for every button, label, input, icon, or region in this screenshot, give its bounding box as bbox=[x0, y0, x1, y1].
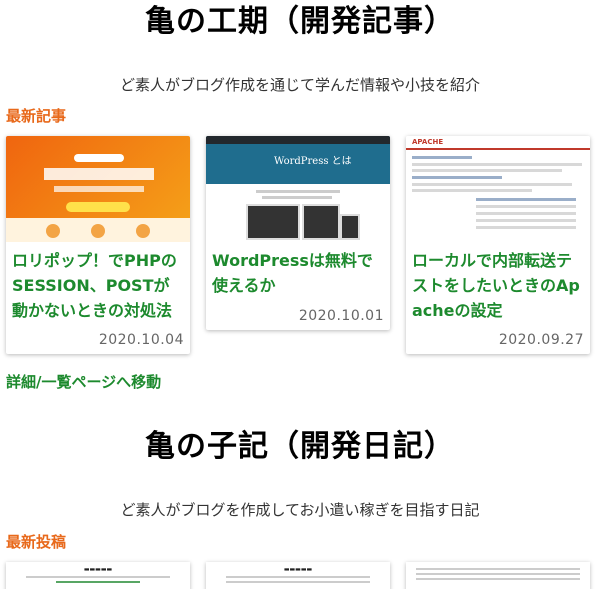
dev-diary-description: ど素人がブログを作成してお小遣い稼ぎを目指す日記 bbox=[120, 501, 480, 519]
lolipop-thumbnail[interactable] bbox=[6, 136, 190, 242]
thumb-headline bbox=[44, 168, 154, 180]
apache-thumbnail[interactable]: APACHE bbox=[406, 136, 590, 242]
mini-line bbox=[416, 573, 580, 575]
post-date: 2020.10.04 bbox=[98, 332, 184, 348]
more-articles-link[interactable]: 詳細/一覧ページへ移動 bbox=[0, 371, 161, 392]
mini-thumb-text: ▬▬▬▬▬ bbox=[283, 566, 313, 573]
thumb-row bbox=[412, 169, 562, 172]
diary-card-2[interactable]: ▬▬▬▬▬ bbox=[206, 562, 390, 589]
thumb-row bbox=[476, 219, 576, 222]
mini-thumb-text: ▬▬▬▬▬ bbox=[83, 566, 113, 573]
post-card-2[interactable]: WordPress とは WordPressは無料で使えるか 2020.10.0… bbox=[206, 136, 390, 330]
diary-card-1[interactable]: ▬▬▬▬▬ bbox=[6, 562, 190, 589]
page: 亀の工期（開発記事） ど素人がブログ作成を通じて学んだ情報や小技を紹介 最新記事… bbox=[0, 0, 600, 589]
thumb-row bbox=[412, 176, 502, 179]
post-title[interactable]: ローカルで内部転送テストをしたいときのApacheの設定 bbox=[406, 242, 590, 323]
mini-line bbox=[226, 576, 370, 578]
dev-articles-description: ど素人がブログ作成を通じて学んだ情報や小技を紹介 bbox=[119, 76, 480, 94]
mini-line bbox=[416, 568, 580, 570]
latest-posts-label: 最新投稿 bbox=[6, 533, 67, 551]
apache-logo-text: APACHE bbox=[412, 138, 444, 146]
thumb-row bbox=[476, 205, 576, 208]
thumb-screen bbox=[302, 204, 340, 240]
thumb-button bbox=[66, 202, 130, 212]
dev-diary-title: 亀の子記（開発日記） bbox=[145, 429, 455, 464]
thumb-subline bbox=[54, 186, 144, 192]
post-card-3[interactable]: APACHE ローカルで内部転送テストをしたいときのApacheの設定 2020… bbox=[406, 136, 590, 354]
thumb-dot bbox=[91, 224, 105, 238]
thumb-screen bbox=[340, 214, 360, 240]
thumb-banner bbox=[74, 154, 124, 162]
latest-articles-label: 最新記事 bbox=[6, 107, 67, 125]
thumb-row bbox=[476, 198, 576, 201]
thumb-row bbox=[412, 189, 532, 192]
wordpress-logo-text: WordPress とは bbox=[274, 156, 352, 167]
wordpress-thumbnail[interactable]: WordPress とは bbox=[206, 136, 390, 242]
dev-articles-title: 亀の工期（開発記事） bbox=[145, 4, 455, 39]
thumb-row bbox=[476, 226, 576, 229]
thumb-screen bbox=[246, 204, 300, 240]
thumb-adminbar bbox=[206, 136, 390, 144]
post-title[interactable]: WordPressは無料で使えるか bbox=[206, 242, 390, 298]
diary-card-3[interactable] bbox=[406, 562, 590, 589]
post-date: 2020.10.01 bbox=[298, 308, 384, 324]
thumb-dot bbox=[136, 224, 150, 238]
mini-line bbox=[56, 581, 140, 583]
mini-line bbox=[226, 581, 370, 583]
mini-line bbox=[416, 578, 580, 580]
thumb-row bbox=[412, 156, 472, 159]
post-date: 2020.09.27 bbox=[498, 332, 584, 348]
post-card-1[interactable]: ロリポップ！でPHPのSESSION、POSTが動かないときの対処法 2020.… bbox=[6, 136, 190, 354]
thumb-line bbox=[256, 190, 340, 193]
thumb-dot bbox=[46, 224, 60, 238]
thumb-row bbox=[412, 163, 582, 166]
mini-line bbox=[26, 576, 170, 578]
thumb-row bbox=[412, 183, 572, 186]
post-title[interactable]: ロリポップ！でPHPのSESSION、POSTが動かないときの対処法 bbox=[6, 242, 190, 323]
thumb-row bbox=[476, 212, 576, 215]
thumb-line bbox=[262, 196, 332, 199]
